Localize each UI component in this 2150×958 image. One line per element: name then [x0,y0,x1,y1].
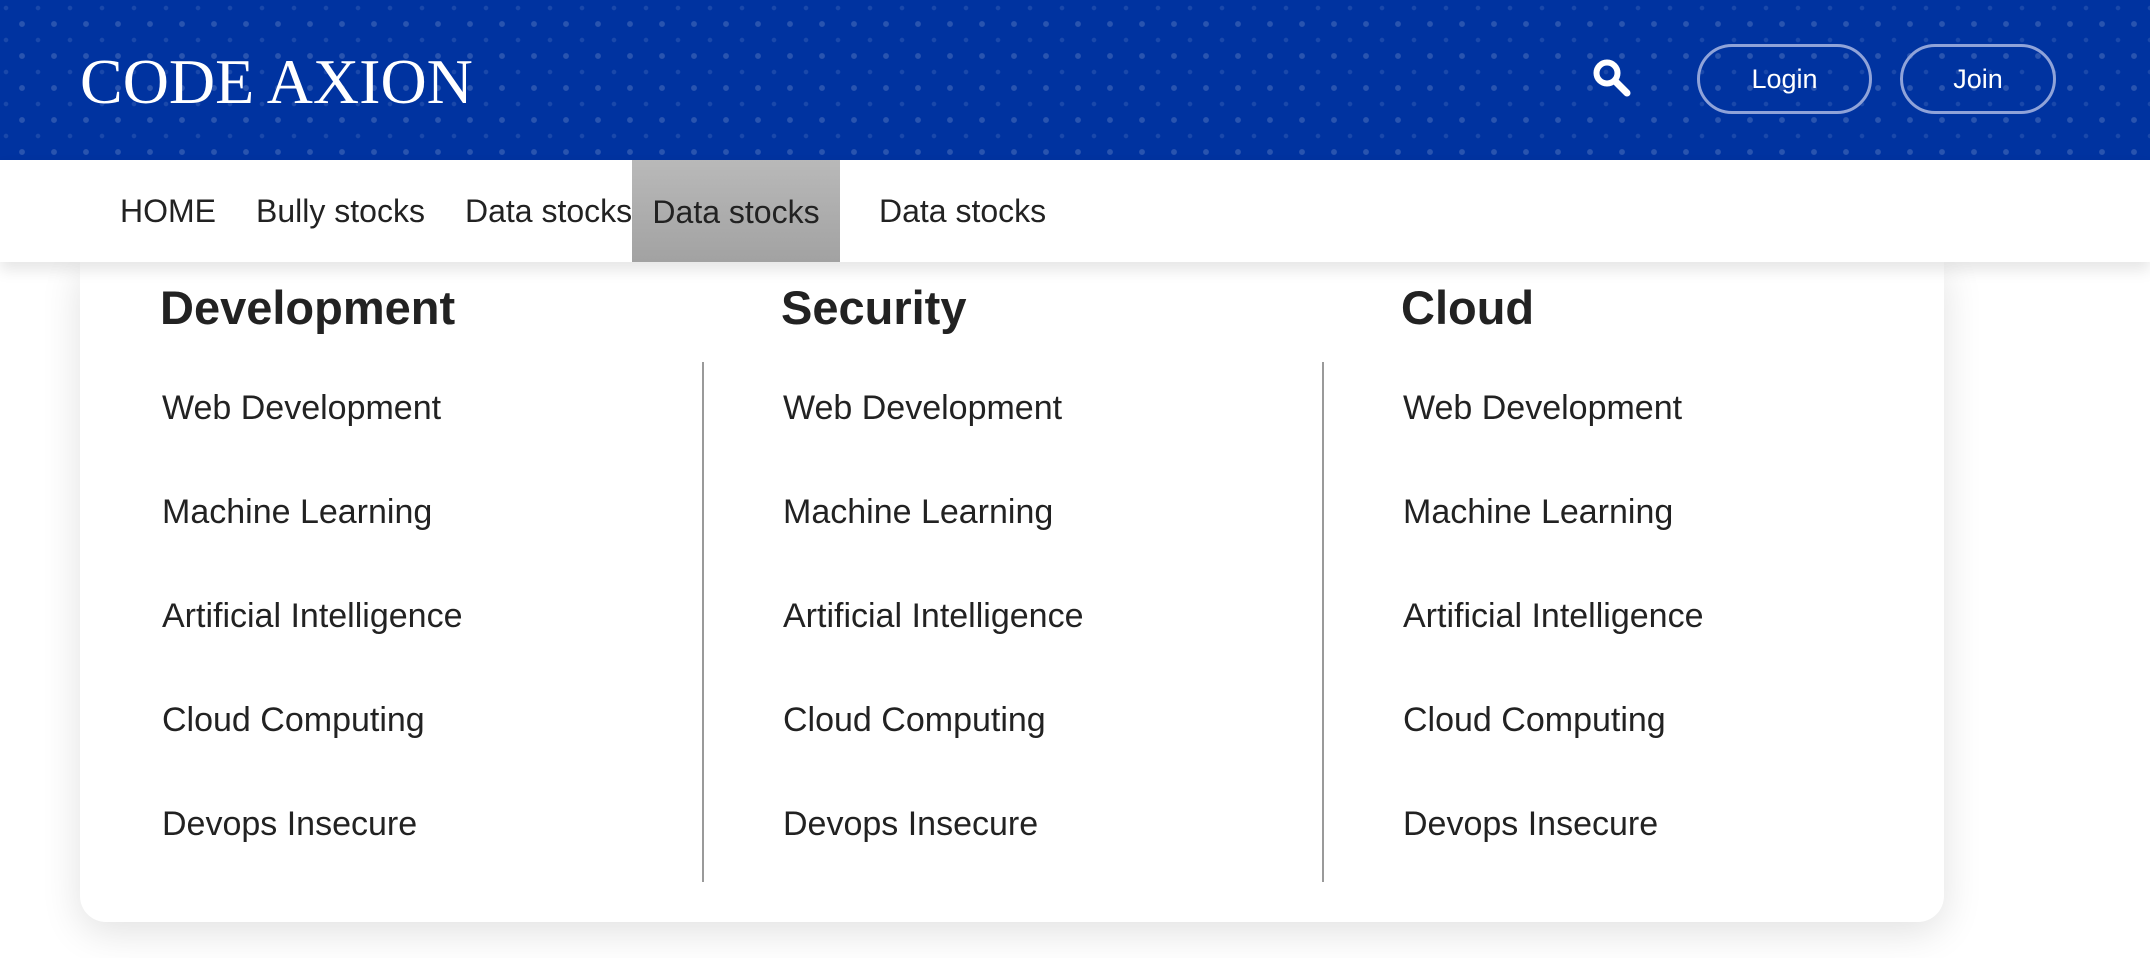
column-divider [1322,362,1324,882]
menu-link[interactable]: Artificial Intelligence [783,596,1083,700]
mega-menu-dropdown: Development Web Development Machine Lear… [80,262,1944,922]
menu-column-development: Development Web Development Machine Lear… [160,262,720,922]
menu-link[interactable]: Artificial Intelligence [1403,596,1703,700]
menu-column-security: Security Web Development Machine Learnin… [781,262,1341,922]
menu-link[interactable]: Cloud Computing [783,700,1083,804]
column-divider [702,362,704,882]
search-icon [1590,56,1634,100]
site-logo[interactable]: CODE AXION [80,44,473,120]
menu-link[interactable]: Machine Learning [162,492,462,596]
menu-link[interactable]: Web Development [783,388,1083,492]
main-nav: HOME Bully stocks Data stocks Data stock… [0,160,2150,262]
menu-link[interactable]: Machine Learning [1403,492,1703,596]
menu-link[interactable]: Cloud Computing [162,700,462,804]
menu-link[interactable]: Web Development [1403,388,1703,492]
nav-item-data-stocks-active[interactable]: Data stocks [632,160,840,262]
nav-item-home[interactable]: HOME [120,160,216,262]
column-title: Security [781,281,967,334]
nav-item-data-stocks[interactable]: Data stocks [879,160,1046,262]
login-button[interactable]: Login [1697,44,1872,114]
column-link-list: Web Development Machine Learning Artific… [783,388,1083,908]
column-link-list: Web Development Machine Learning Artific… [162,388,462,908]
column-link-list: Web Development Machine Learning Artific… [1403,388,1703,908]
column-title: Development [160,281,456,334]
menu-link[interactable]: Devops Insecure [783,804,1083,908]
menu-link[interactable]: Devops Insecure [1403,804,1703,908]
menu-link[interactable]: Cloud Computing [1403,700,1703,804]
menu-link[interactable]: Artificial Intelligence [162,596,462,700]
search-button[interactable] [1590,56,1634,100]
menu-link[interactable]: Web Development [162,388,462,492]
site-header: CODE AXION Login Join [0,0,2150,160]
menu-link[interactable]: Devops Insecure [162,804,462,908]
menu-link[interactable]: Machine Learning [783,492,1083,596]
menu-column-cloud: Cloud Web Development Machine Learning A… [1401,262,1961,922]
nav-item-data-stocks[interactable]: Data stocks [465,160,632,262]
join-button[interactable]: Join [1900,44,2056,114]
nav-item-bully-stocks[interactable]: Bully stocks [256,160,425,262]
column-title: Cloud [1401,281,1535,334]
